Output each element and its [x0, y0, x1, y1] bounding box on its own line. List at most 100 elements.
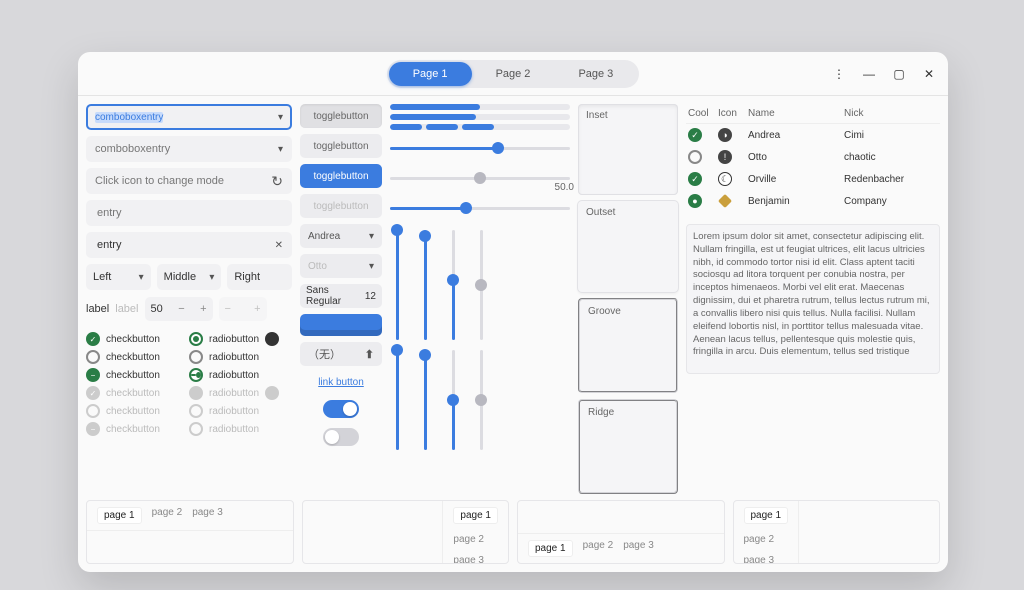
nb-tab-2[interactable]: page 2 — [583, 540, 614, 557]
icon-mode-entry[interactable]: Click icon to change mode ↻ — [86, 168, 292, 194]
align-middle[interactable]: Middle▾ — [157, 264, 222, 290]
chevron-down-icon[interactable]: ▾ — [278, 112, 283, 123]
list-row[interactable]: ✓ ☾ Orville Redenbacher — [686, 168, 940, 190]
nb-tab-3[interactable]: page 3 — [744, 555, 789, 564]
chevron-down-icon[interactable]: ▾ — [278, 144, 283, 155]
togglebutton-suggest[interactable]: togglebutton — [300, 164, 382, 188]
comboboxentry[interactable]: comboboxentry ▾ — [86, 136, 292, 162]
maximize-icon[interactable]: ▢ — [890, 65, 908, 83]
nb-tab-2[interactable]: page 2 — [152, 507, 183, 524]
entry-input[interactable] — [95, 206, 283, 220]
radiobutton-unselected[interactable]: radiobutton — [189, 350, 292, 364]
progress-bars: 50% — [390, 104, 570, 130]
row-icon: ! — [718, 150, 732, 164]
tab-page-2[interactable]: Page 2 — [472, 62, 555, 86]
file-chooser[interactable]: （无）⬆ — [300, 342, 382, 366]
col-name[interactable]: Name — [748, 108, 842, 119]
row-name: Andrea — [748, 130, 842, 141]
tab-page-3[interactable]: Page 3 — [554, 62, 637, 86]
chevron-down-icon[interactable]: ▾ — [369, 231, 374, 242]
cb-label: checkbutton — [106, 370, 160, 381]
vscale-b1[interactable] — [390, 350, 404, 450]
close-icon[interactable]: ✕ — [920, 65, 938, 83]
color-button[interactable] — [300, 314, 382, 336]
list-row[interactable]: ! Otto chaotic — [686, 146, 940, 168]
align-right[interactable]: Right — [227, 264, 292, 290]
label-insensitive: label — [115, 303, 138, 315]
clear-icon[interactable]: ✕ — [275, 240, 283, 251]
nb-tab-3[interactable]: page 3 — [192, 507, 223, 524]
col-icon[interactable]: Icon — [718, 108, 746, 119]
nb-tab-1[interactable]: page 1 — [744, 507, 789, 524]
switch-on[interactable] — [323, 400, 359, 418]
check-icon[interactable] — [688, 150, 702, 164]
col-cool[interactable]: Cool — [688, 108, 716, 119]
comboboxentry-focused[interactable]: comboboxentry ▾ — [86, 104, 292, 130]
nb-tab-1[interactable]: page 1 — [453, 507, 498, 524]
vscale-1[interactable] — [390, 230, 404, 340]
frame-outset: Outset — [578, 201, 678, 292]
cb-label: checkbutton — [106, 406, 160, 417]
spin-minus-icon[interactable]: − — [178, 303, 184, 315]
upload-icon[interactable]: ⬆ — [365, 348, 374, 361]
vscale-3[interactable] — [446, 230, 460, 340]
textview[interactable]: Lorem ipsum dolor sit amet, consectetur … — [686, 224, 940, 374]
radiobutton-mixed[interactable]: radiobutton — [189, 368, 292, 382]
cb-label: checkbutton — [106, 424, 160, 435]
nb-tab-2[interactable]: page 2 — [453, 534, 498, 545]
cb-label: checkbutton — [106, 334, 160, 345]
cb-label: checkbutton — [106, 388, 160, 399]
combo-otto-label: Otto — [308, 261, 327, 272]
check-icon[interactable]: ● — [688, 194, 702, 208]
nb-tab-1[interactable]: page 1 — [528, 540, 573, 557]
forms-column: comboboxentry ▾ comboboxentry ▾ Click ic… — [86, 104, 292, 494]
font-button[interactable]: Sans Regular12 — [300, 284, 382, 308]
spinbutton[interactable]: 50 − + — [145, 297, 213, 321]
entry-input-filled[interactable] — [95, 238, 275, 252]
checkbutton-checked[interactable]: ✓checkbutton — [86, 332, 189, 346]
entry-filled[interactable]: ✕ — [86, 232, 292, 258]
checkbutton-mixed[interactable]: −checkbutton — [86, 368, 189, 382]
radio-indicator-icon — [265, 332, 279, 346]
togglebutton-active[interactable]: togglebutton — [300, 104, 382, 128]
list-row[interactable]: ✓ ◑ Andrea Cimi — [686, 124, 940, 146]
minimize-icon[interactable]: — — [860, 65, 878, 83]
togglebutton[interactable]: togglebutton — [300, 134, 382, 158]
link-button[interactable]: link button — [300, 372, 382, 392]
nb-tab-3[interactable]: page 3 — [623, 540, 654, 557]
check-icon[interactable]: ✓ — [688, 128, 702, 142]
entry-empty[interactable] — [86, 200, 292, 226]
nb-tab-1[interactable]: page 1 — [97, 507, 142, 524]
vscale-disabled — [474, 230, 488, 340]
combobox-andrea[interactable]: Andrea▾ — [300, 224, 382, 248]
icon-mode-placeholder: Click icon to change mode — [95, 175, 224, 187]
spin-plus-icon[interactable]: + — [200, 303, 206, 315]
switch-off[interactable] — [323, 428, 359, 446]
check-icon[interactable]: ✓ — [688, 172, 702, 186]
nb-tab-3[interactable]: page 3 — [453, 555, 498, 564]
radio-indicator-icon — [265, 386, 279, 400]
chevron-down-icon[interactable]: ▾ — [139, 272, 144, 283]
scale-horizontal[interactable] — [390, 136, 570, 160]
frame-ridge: Ridge — [578, 399, 678, 494]
refresh-icon[interactable]: ↻ — [271, 173, 283, 190]
radiobutton-mixed-disabled: radiobutton — [189, 422, 292, 436]
scale-with-value[interactable]: 50.0 — [390, 196, 570, 220]
nb-tab-2[interactable]: page 2 — [744, 534, 789, 545]
row-name: Benjamin — [748, 196, 842, 207]
row-nick: chaotic — [844, 152, 938, 163]
vscale-b3[interactable] — [446, 350, 460, 450]
font-size: 12 — [365, 291, 376, 302]
vscale-2[interactable] — [418, 230, 432, 340]
chevron-down-icon[interactable]: ▾ — [209, 272, 214, 283]
tab-page-1[interactable]: Page 1 — [389, 62, 472, 86]
kebab-menu-icon[interactable]: ⋮ — [830, 65, 848, 83]
treeview: Cool Icon Name Nick ✓ ◑ Andrea Cimi ! Ot… — [686, 104, 940, 212]
align-left[interactable]: Left▾ — [86, 264, 151, 290]
vscale-b2[interactable] — [418, 350, 432, 450]
checkbutton-unchecked[interactable]: checkbutton — [86, 350, 189, 364]
list-row[interactable]: ● Benjamin Company — [686, 190, 940, 212]
col-nick[interactable]: Nick — [844, 108, 938, 119]
radiobutton-selected[interactable]: radiobutton — [189, 332, 292, 346]
rb-label: radiobutton — [209, 406, 259, 417]
